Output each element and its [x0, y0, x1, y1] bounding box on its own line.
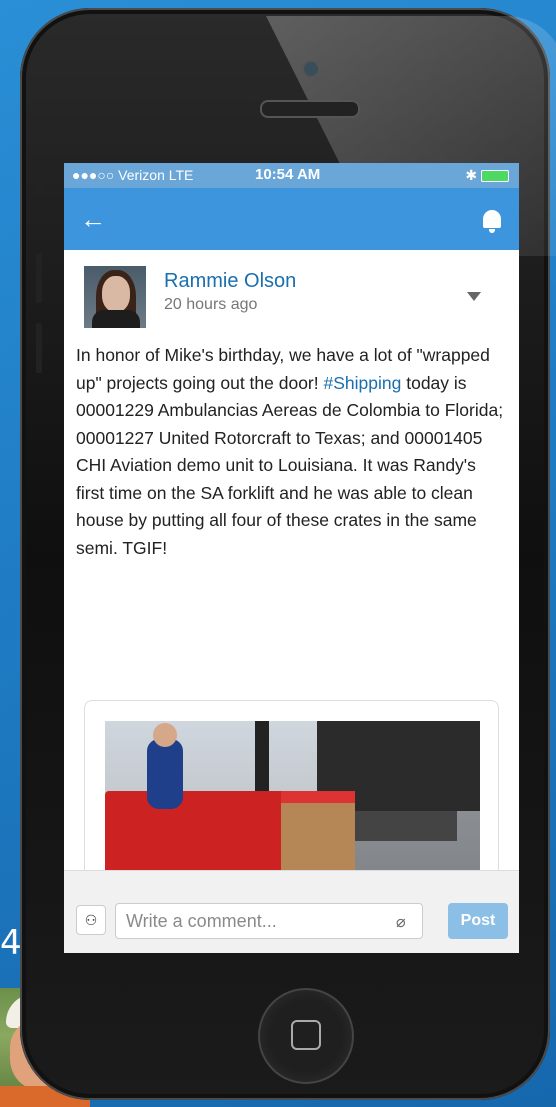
- face-shape: [102, 276, 130, 312]
- app-screen: ●●●○○ Verizon LTE 10:54 AM ✱ ← Rammie Ol…: [64, 163, 519, 953]
- driver-shape: [147, 739, 183, 809]
- bell-icon[interactable]: [483, 210, 501, 233]
- post-text-part: today is 00001229 Ambulancias Aereas de …: [76, 372, 504, 558]
- author-avatar[interactable]: [84, 266, 146, 328]
- bluetooth-icon: ✱: [465, 167, 478, 183]
- volume-up-button: [36, 253, 42, 303]
- post-button[interactable]: Post: [448, 903, 508, 939]
- crate-band-shape: [281, 791, 355, 803]
- driver-head-shape: [153, 723, 177, 747]
- comment-bar: ⚇ Write a comment... ⌀ Post: [64, 870, 519, 953]
- hashtag-link[interactable]: #Shipping: [324, 373, 402, 393]
- earpiece-speaker: [260, 100, 360, 118]
- author-name[interactable]: Rammie Olson: [164, 270, 296, 293]
- comment-input[interactable]: Write a comment...: [115, 903, 423, 939]
- feed-post: Rammie Olson 20 hours ago In honor of Mi…: [64, 250, 519, 948]
- home-square-icon: [291, 1020, 321, 1050]
- chevron-down-icon[interactable]: [467, 292, 481, 301]
- status-right: ✱: [465, 167, 509, 184]
- clock-time: 10:54 AM: [255, 166, 321, 183]
- post-body: In honor of Mike's birthday, we have a l…: [76, 342, 506, 562]
- forklift-body-shape: [105, 791, 285, 881]
- nav-bar: ←: [64, 188, 519, 250]
- volume-down-button: [36, 323, 42, 373]
- clothing-shape: [92, 310, 140, 328]
- carrier-label: ●●●○○ Verizon LTE: [72, 167, 194, 183]
- paperclip-icon[interactable]: ⌀: [396, 912, 406, 932]
- battery-icon: [481, 170, 509, 183]
- mention-person-icon[interactable]: ⚇: [76, 905, 106, 935]
- status-bar: ●●●○○ Verizon LTE 10:54 AM ✱: [64, 163, 519, 188]
- front-camera-icon: [302, 60, 320, 78]
- mute-switch: [36, 158, 42, 192]
- post-timestamp: 20 hours ago: [164, 296, 258, 313]
- back-arrow-icon[interactable]: ←: [80, 204, 106, 235]
